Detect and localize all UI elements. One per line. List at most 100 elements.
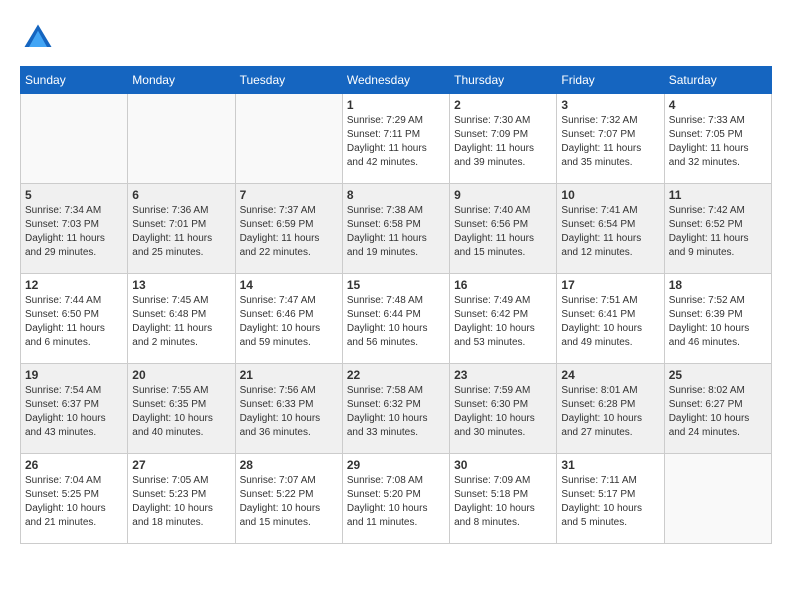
day-info: Sunrise: 8:01 AM Sunset: 6:28 PM Dayligh…	[561, 384, 659, 440]
calendar-cell: 26Sunrise: 7:04 AM Sunset: 5:25 PM Dayli…	[21, 454, 128, 544]
day-of-week-header: Thursday	[450, 67, 557, 94]
day-number: 12	[25, 278, 123, 292]
day-info: Sunrise: 7:08 AM Sunset: 5:20 PM Dayligh…	[347, 474, 445, 530]
day-info: Sunrise: 7:09 AM Sunset: 5:18 PM Dayligh…	[454, 474, 552, 530]
day-info: Sunrise: 7:48 AM Sunset: 6:44 PM Dayligh…	[347, 294, 445, 350]
calendar-cell: 30 Sunrise: 7:09 AM Sunset: 5:18 PM Dayli…	[450, 454, 557, 544]
day-number: 30	[454, 458, 552, 472]
logo-icon	[20, 20, 56, 56]
day-info: Sunrise: 7:58 AM Sunset: 6:32 PM Dayligh…	[347, 384, 445, 440]
calendar-cell: 4 Sunrise: 7:33 AM Sunset: 7:05 PM Daylig…	[664, 94, 771, 184]
calendar-cell: 9 Sunrise: 7:40 AM Sunset: 6:56 PM Daylig…	[450, 184, 557, 274]
calendar: SundayMondayTuesdayWednesdayThursdayFrid…	[20, 66, 772, 544]
day-number: 15	[347, 278, 445, 292]
page-header	[20, 20, 772, 56]
day-number: 1	[347, 98, 445, 112]
day-number: 16	[454, 278, 552, 292]
day-number: 7	[240, 188, 338, 202]
day-number: 20	[132, 368, 230, 382]
calendar-week-row: 1 Sunrise: 7:29 AM Sunset: 7:11 PM Daylig…	[21, 94, 772, 184]
day-number: 2	[454, 98, 552, 112]
day-number: 18	[669, 278, 767, 292]
day-number: 11	[669, 188, 767, 202]
day-number: 9	[454, 188, 552, 202]
day-info: Sunrise: 7:42 AM Sunset: 6:52 PM Dayligh…	[669, 204, 767, 260]
calendar-cell: 23 Sunrise: 7:59 AM Sunset: 6:30 PM Dayli…	[450, 364, 557, 454]
day-number: 23	[454, 368, 552, 382]
calendar-header-row: SundayMondayTuesdayWednesdayThursdayFrid…	[21, 67, 772, 94]
day-number: 21	[240, 368, 338, 382]
day-info: Sunrise: 7:47 AM Sunset: 6:46 PM Dayligh…	[240, 294, 338, 350]
calendar-cell: 11 Sunrise: 7:42 AM Sunset: 6:52 PM Dayli…	[664, 184, 771, 274]
day-info: Sunrise: 7:04 AM Sunset: 5:25 PM Dayligh…	[25, 474, 123, 530]
calendar-week-row: 12 Sunrise: 7:44 AM Sunset: 6:50 PM Dayli…	[21, 274, 772, 364]
calendar-cell	[664, 454, 771, 544]
day-of-week-header: Wednesday	[342, 67, 449, 94]
day-number: 31	[561, 458, 659, 472]
day-info: Sunrise: 7:54 AM Sunset: 6:37 PM Dayligh…	[25, 384, 123, 440]
calendar-cell: 10 Sunrise: 7:41 AM Sunset: 6:54 PM Dayli…	[557, 184, 664, 274]
logo	[20, 20, 60, 56]
day-number: 8	[347, 188, 445, 202]
day-info: Sunrise: 7:56 AM Sunset: 6:33 PM Dayligh…	[240, 384, 338, 440]
day-info: Sunrise: 7:30 AM Sunset: 7:09 PM Dayligh…	[454, 114, 552, 170]
day-number: 22	[347, 368, 445, 382]
day-info: Sunrise: 7:34 AM Sunset: 7:03 PM Dayligh…	[25, 204, 123, 260]
day-of-week-header: Saturday	[664, 67, 771, 94]
calendar-cell: 13 Sunrise: 7:45 AM Sunset: 6:48 PM Dayli…	[128, 274, 235, 364]
day-number: 28	[240, 458, 338, 472]
day-number: 14	[240, 278, 338, 292]
calendar-cell: 21 Sunrise: 7:56 AM Sunset: 6:33 PM Dayli…	[235, 364, 342, 454]
calendar-cell: 14 Sunrise: 7:47 AM Sunset: 6:46 PM Dayli…	[235, 274, 342, 364]
day-number: 24	[561, 368, 659, 382]
calendar-cell	[21, 94, 128, 184]
day-info: Sunrise: 8:02 AM Sunset: 6:27 PM Dayligh…	[669, 384, 767, 440]
day-info: Sunrise: 7:32 AM Sunset: 7:07 PM Dayligh…	[561, 114, 659, 170]
day-info: Sunrise: 7:41 AM Sunset: 6:54 PM Dayligh…	[561, 204, 659, 260]
calendar-cell: 16 Sunrise: 7:49 AM Sunset: 6:42 PM Dayli…	[450, 274, 557, 364]
day-number: 19	[25, 368, 123, 382]
calendar-cell: 22 Sunrise: 7:58 AM Sunset: 6:32 PM Dayli…	[342, 364, 449, 454]
day-info: Sunrise: 7:37 AM Sunset: 6:59 PM Dayligh…	[240, 204, 338, 260]
day-of-week-header: Sunday	[21, 67, 128, 94]
calendar-cell	[128, 94, 235, 184]
day-info: Sunrise: 7:11 AM Sunset: 5:17 PM Dayligh…	[561, 474, 659, 530]
day-info: Sunrise: 7:07 AM Sunset: 5:22 PM Dayligh…	[240, 474, 338, 530]
day-of-week-header: Friday	[557, 67, 664, 94]
day-number: 27	[132, 458, 230, 472]
calendar-cell: 15 Sunrise: 7:48 AM Sunset: 6:44 PM Dayli…	[342, 274, 449, 364]
day-number: 29	[347, 458, 445, 472]
calendar-cell: 24 Sunrise: 8:01 AM Sunset: 6:28 PM Dayli…	[557, 364, 664, 454]
day-number: 5	[25, 188, 123, 202]
day-info: Sunrise: 7:45 AM Sunset: 6:48 PM Dayligh…	[132, 294, 230, 350]
day-info: Sunrise: 7:52 AM Sunset: 6:39 PM Dayligh…	[669, 294, 767, 350]
calendar-cell: 6Sunrise: 7:36 AM Sunset: 7:01 PM Daylig…	[128, 184, 235, 274]
day-info: Sunrise: 7:49 AM Sunset: 6:42 PM Dayligh…	[454, 294, 552, 350]
calendar-cell: 12 Sunrise: 7:44 AM Sunset: 6:50 PM Dayli…	[21, 274, 128, 364]
calendar-cell: 17Sunrise: 7:51 AM Sunset: 6:41 PM Dayli…	[557, 274, 664, 364]
day-number: 4	[669, 98, 767, 112]
day-number: 13	[132, 278, 230, 292]
day-info: Sunrise: 7:40 AM Sunset: 6:56 PM Dayligh…	[454, 204, 552, 260]
day-number: 10	[561, 188, 659, 202]
calendar-week-row: 19 Sunrise: 7:54 AM Sunset: 6:37 PM Dayli…	[21, 364, 772, 454]
day-info: Sunrise: 7:05 AM Sunset: 5:23 PM Dayligh…	[132, 474, 230, 530]
calendar-cell: 3 Sunrise: 7:32 AM Sunset: 7:07 PM Daylig…	[557, 94, 664, 184]
calendar-cell: 8Sunrise: 7:38 AM Sunset: 6:58 PM Daylig…	[342, 184, 449, 274]
day-info: Sunrise: 7:44 AM Sunset: 6:50 PM Dayligh…	[25, 294, 123, 350]
calendar-cell: 28 Sunrise: 7:07 AM Sunset: 5:22 PM Dayli…	[235, 454, 342, 544]
day-number: 3	[561, 98, 659, 112]
calendar-week-row: 26Sunrise: 7:04 AM Sunset: 5:25 PM Dayli…	[21, 454, 772, 544]
day-of-week-header: Monday	[128, 67, 235, 94]
calendar-cell: 7 Sunrise: 7:37 AM Sunset: 6:59 PM Daylig…	[235, 184, 342, 274]
day-info: Sunrise: 7:59 AM Sunset: 6:30 PM Dayligh…	[454, 384, 552, 440]
day-info: Sunrise: 7:29 AM Sunset: 7:11 PM Dayligh…	[347, 114, 445, 170]
day-info: Sunrise: 7:33 AM Sunset: 7:05 PM Dayligh…	[669, 114, 767, 170]
calendar-cell: 5 Sunrise: 7:34 AM Sunset: 7:03 PM Daylig…	[21, 184, 128, 274]
day-info: Sunrise: 7:55 AM Sunset: 6:35 PM Dayligh…	[132, 384, 230, 440]
calendar-cell: 18 Sunrise: 7:52 AM Sunset: 6:39 PM Dayli…	[664, 274, 771, 364]
day-info: Sunrise: 7:36 AM Sunset: 7:01 PM Dayligh…	[132, 204, 230, 260]
calendar-cell: 20 Sunrise: 7:55 AM Sunset: 6:35 PM Dayli…	[128, 364, 235, 454]
day-number: 25	[669, 368, 767, 382]
calendar-cell: 29 Sunrise: 7:08 AM Sunset: 5:20 PM Dayli…	[342, 454, 449, 544]
